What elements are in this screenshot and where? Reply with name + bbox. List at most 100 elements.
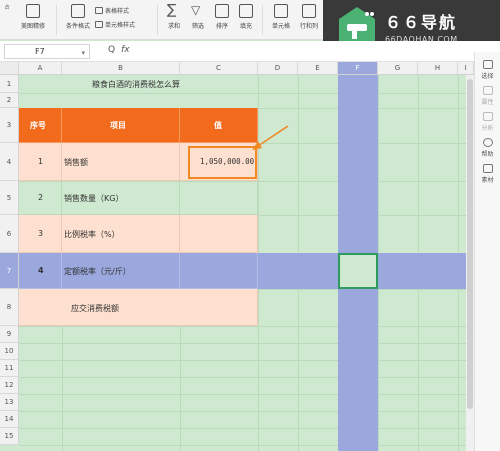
ribbon-divider (56, 5, 57, 35)
right-side-panel: 选择 属性 分析 帮助 素材 (474, 52, 500, 451)
formula-input[interactable] (138, 44, 464, 59)
seq-value: 1 (38, 157, 44, 166)
row-header-14[interactable]: 14 (0, 411, 19, 428)
cell-a5[interactable]: 2 (19, 181, 62, 215)
logo-text: ６６导航 66DAOHAN.COM (385, 9, 458, 44)
zoom-icon[interactable]: Q (108, 45, 115, 55)
panel-properties-button[interactable]: 属性 (475, 86, 500, 106)
col-header-d[interactable]: D (258, 62, 298, 75)
panel-help-label: 帮助 (481, 151, 494, 158)
cell-b7[interactable]: 定额税率（元/斤） (62, 253, 180, 289)
sales-amount-value: 1,050,000.00 (200, 157, 255, 166)
row-header-13[interactable]: 13 (0, 394, 19, 411)
row-header-9[interactable]: 9 (0, 326, 19, 343)
item-value: 销售数量（KG） (64, 194, 124, 203)
cell-label: 单元格 (271, 23, 290, 30)
annotation-arrow-icon (252, 125, 289, 150)
conditional-format-button[interactable]: 条件格式 (61, 0, 95, 40)
row-header-7[interactable]: 7 (0, 253, 19, 289)
panel-select-button[interactable]: 选择 (475, 60, 500, 80)
row-header-15[interactable]: 15 (0, 428, 19, 445)
cell-c4[interactable]: 1,050,000.00 (180, 143, 258, 181)
conditional-format-label: 条件格式 (65, 23, 90, 30)
filter-icon: ▽ (191, 3, 201, 17)
sort-icon (215, 4, 229, 18)
sheet-title[interactable]: 粮食白酒的消费税怎么算 (92, 79, 180, 90)
cell-a7[interactable]: 4 (19, 253, 62, 289)
col-header-h[interactable]: H (418, 62, 458, 75)
formula-icons: Q fx (108, 45, 130, 55)
analysis-icon (482, 112, 493, 121)
name-box[interactable]: F7 ▾ (4, 44, 90, 59)
header-seq-label: 序号 (30, 121, 46, 130)
fill-button[interactable]: 填充 (234, 0, 258, 40)
header-cell-value[interactable]: 值 (180, 108, 258, 143)
col-header-c[interactable]: C (180, 62, 258, 75)
sum-button[interactable]: ∑ 求和 (162, 0, 186, 40)
row-header-4[interactable]: 4 (0, 143, 19, 181)
total-cell[interactable]: 应交消费税额 (19, 289, 258, 326)
cell-icon (274, 4, 288, 18)
panel-analysis-label: 分析 (481, 125, 494, 132)
seq-value: 4 (38, 266, 44, 275)
panel-assets-button[interactable]: 素材 (475, 164, 500, 184)
row-header-11[interactable]: 11 (0, 360, 19, 377)
conditional-format-icon (71, 4, 85, 18)
chevron-down-icon[interactable]: ▾ (81, 47, 85, 60)
item-value: 定额税率（元/斤） (64, 267, 131, 276)
scrollbar-thumb[interactable] (467, 79, 473, 409)
cell-b6[interactable]: 比例税率（%） (62, 215, 180, 253)
fx-icon[interactable]: fx (121, 45, 130, 55)
photo-edit-button[interactable]: 美图精修 (14, 0, 52, 40)
panel-help-button[interactable]: 帮助 (475, 138, 500, 158)
cell-c5[interactable] (180, 181, 258, 215)
select-all-corner[interactable] (0, 62, 19, 75)
table-style-button[interactable]: 表格样式 (95, 6, 129, 15)
cell-a6[interactable]: 3 (19, 215, 62, 253)
style-group: 表格样式 单元格样式 (95, 0, 153, 40)
panel-select-label: 选择 (481, 73, 494, 80)
filter-label: 筛选 (191, 23, 204, 30)
cell-button[interactable]: 单元格 (267, 0, 295, 40)
col-header-f[interactable]: F (338, 62, 378, 75)
cell-b4[interactable]: 销售额 (62, 143, 180, 181)
sort-button[interactable]: 排序 (210, 0, 234, 40)
cell-style-button[interactable]: 单元格样式 (95, 20, 135, 29)
header-cell-seq[interactable]: 序号 (19, 108, 62, 143)
cell-style-icon (95, 21, 103, 28)
panel-analysis-button[interactable]: 分析 (475, 112, 500, 132)
name-box-value: F7 (35, 47, 45, 56)
cell-a4[interactable]: 1 (19, 143, 62, 181)
select-icon (482, 60, 493, 69)
cell-c6[interactable] (180, 215, 258, 253)
cell-b5[interactable]: 销售数量（KG） (62, 181, 180, 215)
row-header-3[interactable]: 3 (0, 108, 19, 143)
row-header-8[interactable]: 8 (0, 289, 19, 326)
table-style-label: 表格样式 (105, 8, 130, 15)
crop-icon (26, 4, 40, 18)
col-header-e[interactable]: E (298, 62, 338, 75)
row-header-12[interactable]: 12 (0, 377, 19, 394)
vertical-scrollbar[interactable] (466, 75, 474, 451)
table-style-icon (95, 7, 103, 14)
fill-icon (239, 4, 253, 18)
row-header-1[interactable]: 1 (0, 75, 19, 93)
row-header-5[interactable]: 5 (0, 181, 19, 215)
col-header-a[interactable]: A (19, 62, 62, 75)
col-header-b[interactable]: B (62, 62, 180, 75)
row-col-button[interactable]: 行和列 (295, 0, 323, 40)
cell-c7[interactable] (180, 253, 258, 289)
assets-icon (482, 164, 493, 173)
seq-value: 3 (38, 229, 44, 238)
row-col-icon (302, 4, 316, 18)
filter-button[interactable]: ▽ 筛选 (186, 0, 210, 40)
sort-label: 排序 (215, 23, 228, 30)
row-header-10[interactable]: 10 (0, 343, 19, 360)
row-header-6[interactable]: 6 (0, 215, 19, 253)
active-cell-f7[interactable] (338, 253, 378, 289)
row-header-2[interactable]: 2 (0, 93, 19, 108)
col-header-i[interactable]: I (458, 62, 474, 75)
col-header-g[interactable]: G (378, 62, 418, 75)
header-item-label: 项目 (110, 121, 126, 130)
header-cell-item[interactable]: 项目 (62, 108, 180, 143)
